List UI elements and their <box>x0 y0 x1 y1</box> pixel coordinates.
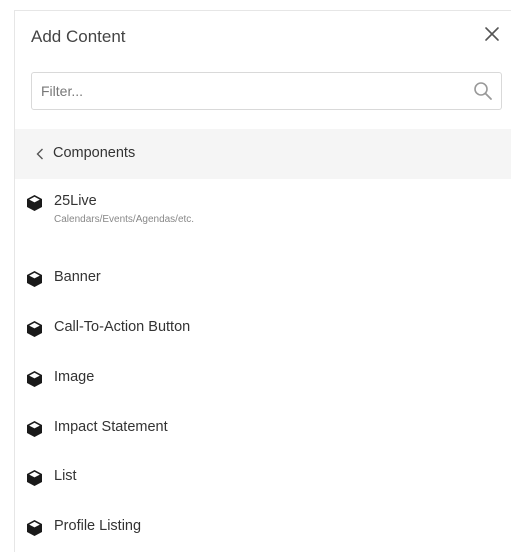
item-name: Image <box>54 369 95 385</box>
cube-icon <box>27 421 42 437</box>
panel-title: Add Content <box>31 27 126 46</box>
add-content-panel: Add Content Components 25Live Calendars/… <box>14 10 511 552</box>
list-item-profile-listing[interactable]: Profile Listing <box>15 503 511 553</box>
chevron-left-icon <box>36 148 43 160</box>
item-name: Impact Statement <box>54 419 168 435</box>
cube-icon <box>27 371 42 387</box>
item-name: List <box>54 468 77 484</box>
cube-icon <box>27 195 42 211</box>
breadcrumb-label: Components <box>53 145 136 161</box>
close-icon[interactable] <box>483 25 501 43</box>
cube-icon <box>27 271 42 287</box>
cube-icon <box>27 520 42 536</box>
breadcrumb-back-components[interactable]: Components <box>15 129 511 179</box>
item-description: Calendars/Events/Agendas/etc. <box>54 214 195 225</box>
list-item-25live[interactable]: 25Live Calendars/Events/Agendas/etc. <box>15 179 511 235</box>
filter-input[interactable] <box>32 73 480 109</box>
list-item-image[interactable]: Image <box>15 354 511 404</box>
search-icon[interactable] <box>473 81 493 101</box>
item-name: 25Live <box>54 193 97 209</box>
filter-field <box>31 72 502 110</box>
cube-icon <box>27 321 42 337</box>
cube-icon <box>27 470 42 486</box>
panel-header: Add Content <box>15 11 511 63</box>
list-item-call-to-action-button[interactable]: Call-To-Action Button <box>15 304 511 354</box>
item-name: Banner <box>54 269 101 285</box>
item-name: Profile Listing <box>54 518 142 534</box>
list-item-list[interactable]: List <box>15 453 511 503</box>
list-item-impact-statement[interactable]: Impact Statement <box>15 404 511 454</box>
list-item-banner[interactable]: Banner <box>15 254 511 304</box>
item-name: Call-To-Action Button <box>54 319 191 335</box>
